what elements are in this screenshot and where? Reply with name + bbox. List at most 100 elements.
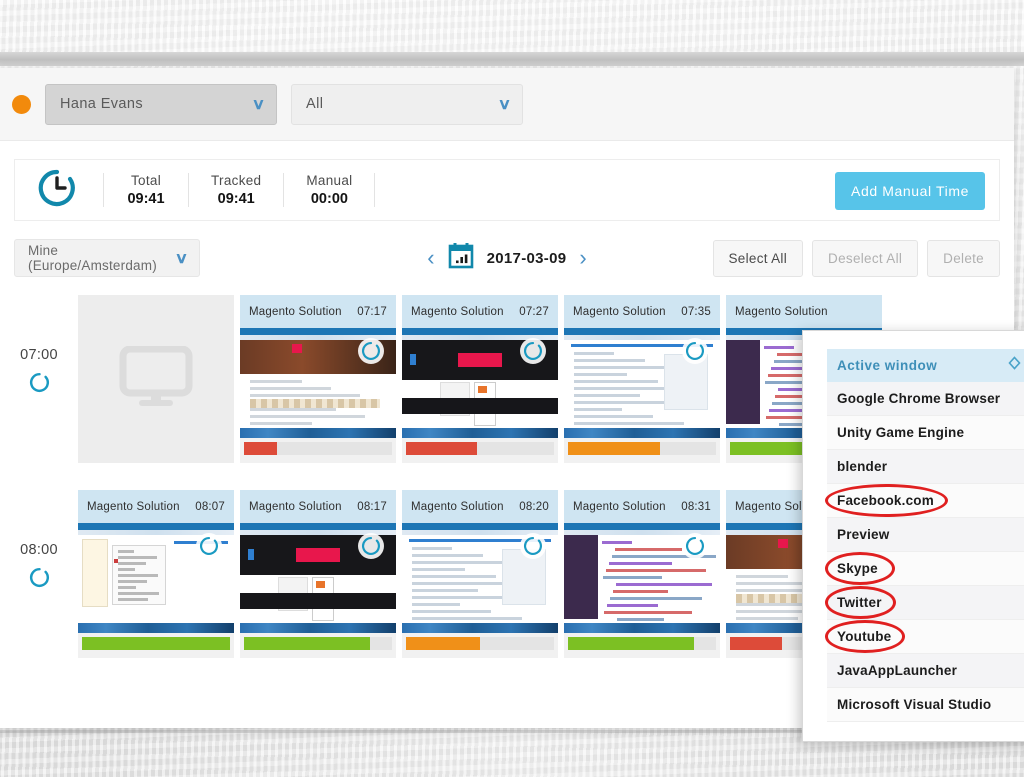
screenshot-time: 08:31 [681,500,711,513]
activity-bar-fill [568,637,694,650]
active-window-item[interactable]: Unity Game Engine [827,416,1024,450]
user-select[interactable]: Hana Evans ∨ [45,83,277,125]
screenshot-header: Magento Solution 08:07 [78,490,234,523]
screenshot-title: Magento Solution [573,500,666,513]
activity-bar [568,637,716,650]
active-window-item[interactable]: Facebook.com [827,484,1024,518]
active-window-item-label: Google Chrome Browser [837,391,1001,406]
active-window-list: Active window Google Chrome Browser Unity… [827,349,1024,722]
date-toolbar: Mine (Europe/Amsterdam) ∨ ‹ 2017-03-09 › [0,221,1014,295]
browser-chrome-bar [564,523,720,530]
select-all-button[interactable]: Select All [712,239,804,277]
active-window-column-header[interactable]: Active window [827,349,1024,382]
loading-spinner-icon [358,533,384,559]
screenshot-card[interactable]: Magento Solution 07:17 [240,295,396,463]
os-taskbar [564,623,720,633]
screenshot-header: Magento Solution 07:35 [564,295,720,328]
activity-bar-fill [406,442,478,455]
screenshot-time: 07:35 [681,305,711,318]
stat-manual: Manual 00:00 [284,173,376,207]
chevron-down-icon: ∨ [174,249,189,267]
screenshot-title: Magento Solution [411,500,504,513]
add-manual-time-button[interactable]: Add Manual Time [835,172,985,210]
screenshot-thumbnail[interactable] [402,328,558,438]
activity-bar [244,637,392,650]
screenshot-thumbnail[interactable] [564,328,720,438]
screenshot-header: Magento Solution [726,295,882,328]
active-window-item[interactable]: Skype [827,552,1024,586]
screenshot-thumbnail[interactable] [78,523,234,633]
activity-bar [406,637,554,650]
totals-section: Total 09:41 Tracked 09:41 Manual 00:00 A… [0,141,1014,221]
loading-spinner-icon [520,533,546,559]
sort-chevron-icon[interactable] [1008,355,1021,376]
screenshot-card[interactable]: Magento Solution 07:35 [564,295,720,463]
os-taskbar [402,428,558,438]
activity-bar-fill [568,442,660,455]
activity-bar-fill [244,442,277,455]
active-window-item[interactable]: Microsoft Visual Studio [827,688,1024,722]
screenshot-card[interactable]: Magento Solution 08:07 [78,490,234,658]
stat-manual-value: 00:00 [310,191,348,207]
activity-bar [568,442,716,455]
active-window-item[interactable]: JavaAppLauncher [827,654,1024,688]
stat-tracked-label: Tracked [211,173,262,188]
stat-total: Total 09:41 [103,173,189,207]
browser-chrome-bar [402,328,558,335]
activity-bar-wrapper [240,438,396,463]
active-window-item[interactable]: Twitter [827,586,1024,620]
user-status-dot [12,94,31,114]
screenshot-time: 08:17 [357,500,387,513]
screenshot-thumbnail[interactable] [240,523,396,633]
activity-bar-fill [406,637,480,650]
screenshot-title: Magento Solution [411,305,504,318]
timezone-select[interactable]: Mine (Europe/Amsterdam) ∨ [14,239,200,277]
screenshot-header: Magento Solution 08:31 [564,490,720,523]
deselect-all-button[interactable]: Deselect All [812,239,919,277]
activity-bar-wrapper [564,633,720,658]
screenshot-thumbnail[interactable] [240,328,396,438]
screenshot-card[interactable]: Magento Solution 08:17 [240,490,396,658]
stat-total-label: Total [130,173,162,188]
chevron-down-icon: ∨ [251,95,266,113]
project-select[interactable]: All ∨ [291,83,523,125]
screenshot-thumbnail[interactable] [402,523,558,633]
chevron-down-icon: ∨ [497,95,512,113]
screenshot-title: Magento Solution [249,305,342,318]
date-navigator: ‹ 2017-03-09 › [392,242,622,274]
active-window-item[interactable]: Google Chrome Browser [827,382,1024,416]
monitor-icon [119,345,193,413]
delete-button[interactable]: Delete [927,239,1000,277]
active-window-header-label: Active window [837,358,938,373]
activity-bar-wrapper [402,633,558,658]
clock-icon [37,168,77,213]
screenshot-title: Magento Solution [573,305,666,318]
screenshot-header: Magento Solution 08:20 [402,490,558,523]
active-window-item-label: Skype [837,561,878,576]
screenshot-header: Magento Solution 07:27 [402,295,558,328]
active-window-dropdown[interactable]: Active window Google Chrome Browser Unity… [802,330,1024,742]
browser-chrome-bar [564,328,720,335]
selection-actions: Select All Deselect All Delete [712,239,1000,277]
os-taskbar [240,428,396,438]
active-window-item[interactable]: blender [827,450,1024,484]
active-window-item[interactable]: Youtube [827,620,1024,654]
os-taskbar [564,428,720,438]
filter-bar: Hana Evans ∨ All ∨ [0,68,1014,141]
active-window-item[interactable]: Preview [827,518,1024,552]
screenshot-thumbnail[interactable] [564,523,720,633]
screenshot-card[interactable]: Magento Solution 08:20 [402,490,558,658]
activity-bar [406,442,554,455]
calendar-icon[interactable] [448,242,474,274]
prev-day-button[interactable]: ‹ [427,247,434,269]
next-day-button[interactable]: › [579,247,586,269]
activity-bar [82,637,230,650]
active-window-item-label: Preview [837,527,890,542]
wall-shelf-edge [0,52,1024,66]
screenshot-time: 08:20 [519,500,549,513]
active-window-item-label: blender [837,459,888,474]
hour-label: 07:00 [20,347,58,363]
screenshot-card[interactable]: Magento Solution 08:31 [564,490,720,658]
screenshot-header: Magento Solution 07:17 [240,295,396,328]
screenshot-card[interactable]: Magento Solution 07:27 [402,295,558,463]
